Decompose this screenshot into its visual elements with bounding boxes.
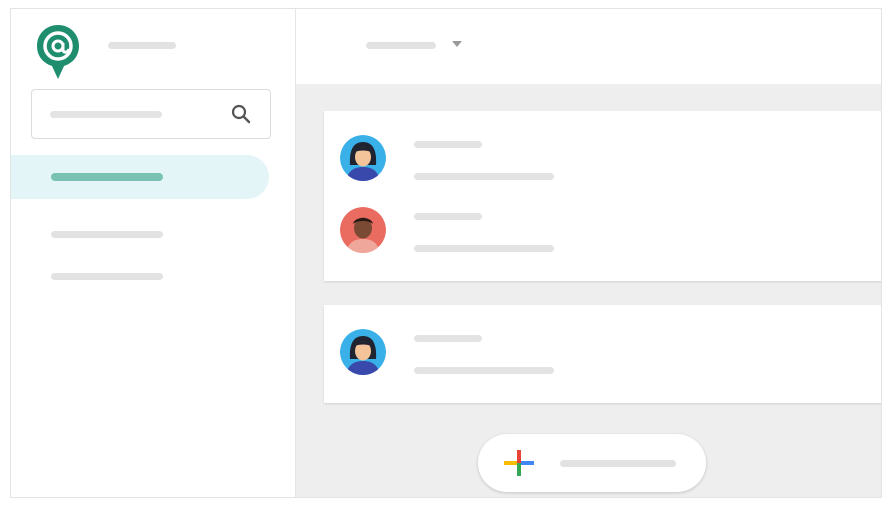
message-text-placeholder (414, 245, 554, 252)
message-thread-card[interactable] (324, 305, 881, 403)
chat-at-logo-icon (33, 21, 83, 83)
message-item (340, 135, 860, 187)
sidebar-item-label (51, 231, 163, 238)
woman-avatar-icon (340, 329, 386, 375)
sender-name-placeholder (414, 213, 482, 220)
room-header (296, 9, 881, 85)
sidebar-item-label (51, 273, 163, 280)
search-icon[interactable] (230, 103, 252, 125)
new-chat-label-placeholder (560, 460, 676, 467)
chevron-down-icon[interactable] (452, 41, 462, 47)
message-item (340, 207, 860, 259)
room-title-placeholder[interactable] (366, 42, 436, 49)
sidebar (11, 9, 296, 497)
new-chat-button[interactable] (478, 434, 706, 492)
message-area (296, 84, 881, 497)
message-text-placeholder (414, 367, 554, 374)
sidebar-item-label (51, 173, 163, 181)
woman-avatar-icon (340, 135, 386, 181)
multicolor-plus-icon (504, 448, 534, 478)
message-text-placeholder (414, 173, 554, 180)
search-input[interactable] (31, 89, 271, 139)
sidebar-item[interactable] (11, 213, 269, 257)
search-placeholder (50, 111, 162, 118)
sender-name-placeholder (414, 141, 482, 148)
sidebar-item-active[interactable] (11, 155, 269, 199)
sidebar-item[interactable] (11, 255, 269, 299)
message-thread-card[interactable] (324, 111, 881, 281)
sender-name-placeholder (414, 335, 482, 342)
chat-app-window (10, 8, 882, 498)
man-avatar-icon (340, 207, 386, 253)
app-name-placeholder (108, 42, 176, 49)
message-item (340, 329, 860, 381)
